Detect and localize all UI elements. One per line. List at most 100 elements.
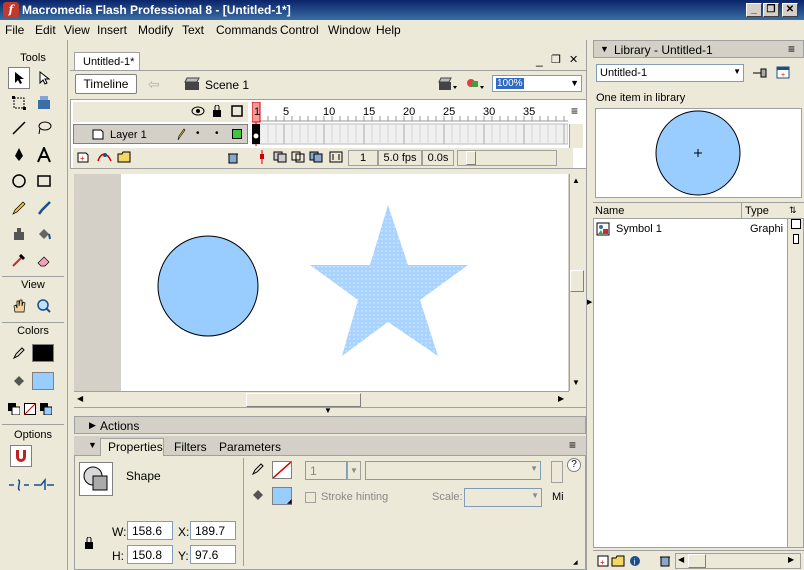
menu-view[interactable]: View [64,23,90,37]
stroke-hinting-checkbox[interactable] [305,492,316,503]
library-collapse-icon[interactable]: ▼ [600,44,609,54]
fill-color-swatch[interactable] [32,372,54,390]
sort-order-icon[interactable]: ⇅ [789,205,797,216]
menu-help[interactable]: Help [376,23,401,37]
splitter-arrow-icon[interactable]: ▼ [324,406,332,415]
onion-skin-icon[interactable] [273,151,287,166]
timeline-hscroll-thumb[interactable] [466,151,476,165]
menu-text[interactable]: Text [182,23,204,37]
scale-dropdown-icon[interactable]: ▼ [531,491,539,500]
lock-layers-icon[interactable] [212,104,222,120]
type-column-header[interactable]: Type [745,205,769,217]
tab-parameters[interactable]: Parameters [219,440,281,454]
brush-tool-icon[interactable] [33,197,55,219]
height-field[interactable]: 150.8 [127,545,173,564]
center-frame-icon[interactable] [257,150,267,167]
subselection-tool-icon[interactable] [33,67,55,89]
restore-button[interactable]: ❐ [763,3,779,17]
y-field[interactable]: 97.6 [190,545,236,564]
new-library-panel-icon[interactable]: + [776,66,792,83]
library-vscroll[interactable] [787,219,803,547]
library-menu-icon[interactable]: ≡ [788,42,795,56]
back-arrow-icon[interactable]: ⇦ [148,76,160,93]
add-motion-guide-icon[interactable] [97,151,113,166]
name-column-header[interactable]: Name [595,205,624,217]
rectangle-tool-icon[interactable] [33,170,55,192]
layer-row[interactable]: Layer 1 • • [73,124,248,144]
new-folder-icon[interactable] [611,555,625,570]
menu-commands[interactable]: Commands [216,23,277,37]
stroke-size-field[interactable]: 1 [305,461,347,480]
ink-bottle-tool-icon[interactable] [8,223,30,245]
delete-layer-trash-icon[interactable] [227,151,239,167]
doc-close-icon[interactable]: ✕ [569,53,578,66]
pin-library-icon[interactable] [752,66,768,83]
doc-restore-icon[interactable]: ❐ [551,53,561,66]
stage-vscroll-thumb[interactable] [570,270,584,292]
stage-hscroll-thumb[interactable] [246,393,361,407]
actions-panel-header[interactable]: ▶ Actions [74,416,586,434]
eraser-tool-icon[interactable] [33,249,55,271]
menu-control[interactable]: Control [280,23,319,37]
library-scroll-left-icon[interactable]: ◀ [678,555,684,564]
library-select-dropdown-icon[interactable]: ▼ [733,67,741,76]
black-white-icon[interactable] [6,398,22,420]
panel-splitter[interactable]: ▼ [74,406,586,415]
narrow-view-icon[interactable] [793,234,799,244]
stage-scroll-up-icon[interactable]: ▲ [572,176,580,185]
snap-to-objects-icon[interactable] [10,445,32,467]
insert-layer-folder-icon[interactable] [117,151,131,166]
doc-minimize-icon[interactable]: _ [536,53,543,67]
scale-select[interactable]: ▼ [464,488,542,507]
stage-scroll-down-icon[interactable]: ▼ [572,378,580,387]
straighten-icon[interactable] [33,474,55,496]
tab-filters[interactable]: Filters [174,440,207,454]
library-splitter[interactable]: ▶ [586,40,593,570]
eyedropper-tool-icon[interactable] [8,249,30,271]
star-shape[interactable] [310,205,468,356]
layer-lock-dot-icon[interactable]: • [215,128,219,139]
close-button[interactable]: ✕ [782,3,798,17]
frame-grid[interactable]: 1 5 10 15 20 25 30 35 [252,102,568,146]
menu-edit[interactable]: Edit [35,23,56,37]
lasso-tool-icon[interactable] [33,117,55,139]
modify-onion-markers-icon[interactable] [329,151,343,166]
document-tab[interactable]: Untitled-1* [74,52,140,70]
smooth-icon[interactable] [8,474,30,496]
edit-symbols-icon[interactable] [465,76,485,95]
menu-window[interactable]: Window [328,23,371,37]
timeline-vscroll[interactable] [569,124,583,148]
wide-view-icon[interactable] [791,219,801,229]
library-hscroll-thumb[interactable] [688,554,706,568]
lock-proportions-icon[interactable] [84,536,94,552]
paint-bucket-tool-icon[interactable] [33,223,55,245]
free-transform-tool-icon[interactable] [8,92,30,114]
edit-multiple-frames-icon[interactable] [309,151,323,166]
library-panel-header[interactable]: ▼ Library - Untitled-1 ≡ [593,40,804,58]
oval-tool-icon[interactable] [8,170,30,192]
fill-swatch-dropdown-icon[interactable]: ◢ [287,498,292,505]
library-collapse-arrow-icon[interactable]: ▶ [587,298,592,306]
menu-insert[interactable]: Insert [97,23,127,37]
custom-stroke-button[interactable] [551,461,563,483]
properties-info-icon[interactable]: i [629,555,641,570]
no-color-icon[interactable] [22,398,38,420]
frame-rate-field[interactable]: 5.0 fps [378,150,422,166]
stage-scroll-left-icon[interactable]: ◀ [77,394,83,403]
layer-outline-color-icon[interactable] [232,129,242,139]
properties-menu-icon[interactable]: ≡ [569,438,576,452]
expand-arrow-icon[interactable]: ▶ [89,420,96,431]
stage-scroll-right-icon[interactable]: ▶ [558,394,564,403]
menu-modify[interactable]: Modify [138,23,173,37]
library-hscroll[interactable]: ◀ ▶ [675,553,801,569]
collapse-arrow-icon[interactable]: ▼ [88,440,97,450]
edit-scene-icon[interactable] [438,76,458,95]
stage-hscroll[interactable]: ◀ ▶ [74,391,569,407]
timeline-toggle-button[interactable]: Timeline [75,74,137,94]
circle-shape[interactable] [157,235,259,337]
stroke-color-none-swatch[interactable] [272,461,292,479]
insert-layer-icon[interactable]: + [77,151,91,166]
show-hide-eye-icon[interactable] [191,106,205,119]
list-item[interactable]: Symbol 1 Graphic [594,220,784,238]
line-tool-icon[interactable] [8,117,30,139]
